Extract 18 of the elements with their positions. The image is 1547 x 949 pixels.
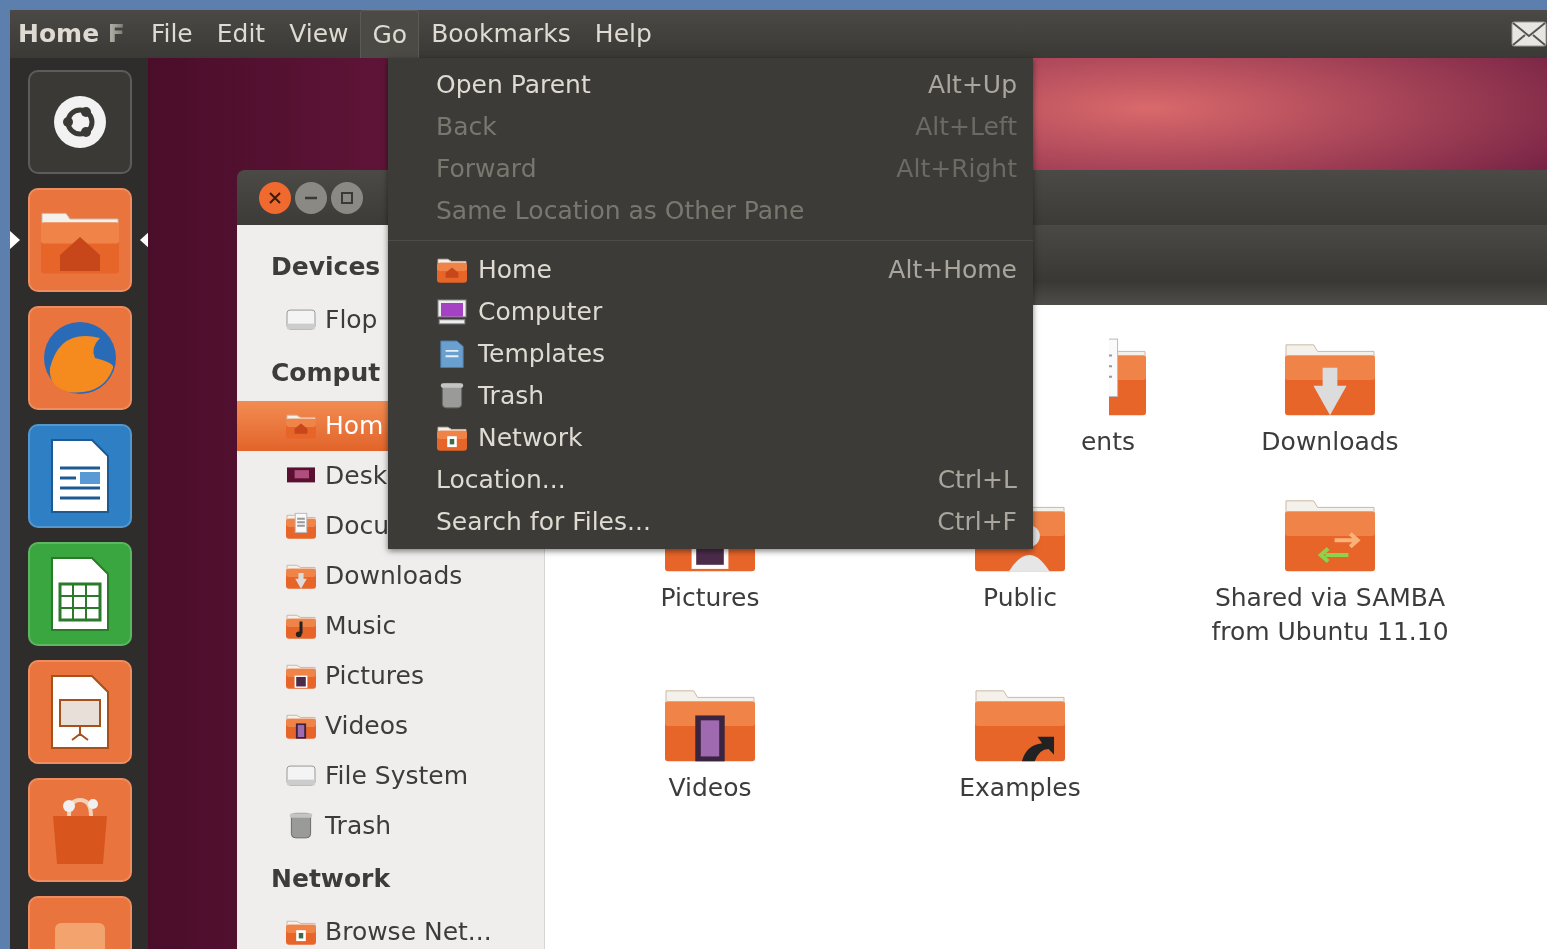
folder-name: Examples (959, 772, 1081, 804)
folder-name: Shared via SAMBA from Ubuntu 11.10 (1210, 582, 1450, 648)
sidebar-heading: Devices (271, 251, 381, 284)
menu-item: Same Location as Other Pane (436, 195, 805, 228)
folder-name: ents (1080, 426, 1135, 458)
window-title: Home F (18, 18, 125, 51)
shortcut-text: Alt+Home (888, 254, 1017, 287)
shortcut-text: Ctrl+L (937, 464, 1017, 497)
shortcut-text: Ctrl+F (937, 506, 1017, 539)
folder-name: Videos (668, 772, 752, 804)
sidebar-heading: Network (271, 863, 391, 896)
folder-name: Downloads (1261, 426, 1399, 458)
menu-item: Forward (436, 153, 537, 186)
folder-name: Pictures (660, 582, 760, 614)
folder-name: Public (983, 582, 1057, 614)
menu-item: Back (436, 111, 497, 144)
shortcut-text: Alt+Up (928, 69, 1017, 102)
sidebar-heading: Comput (271, 357, 381, 390)
